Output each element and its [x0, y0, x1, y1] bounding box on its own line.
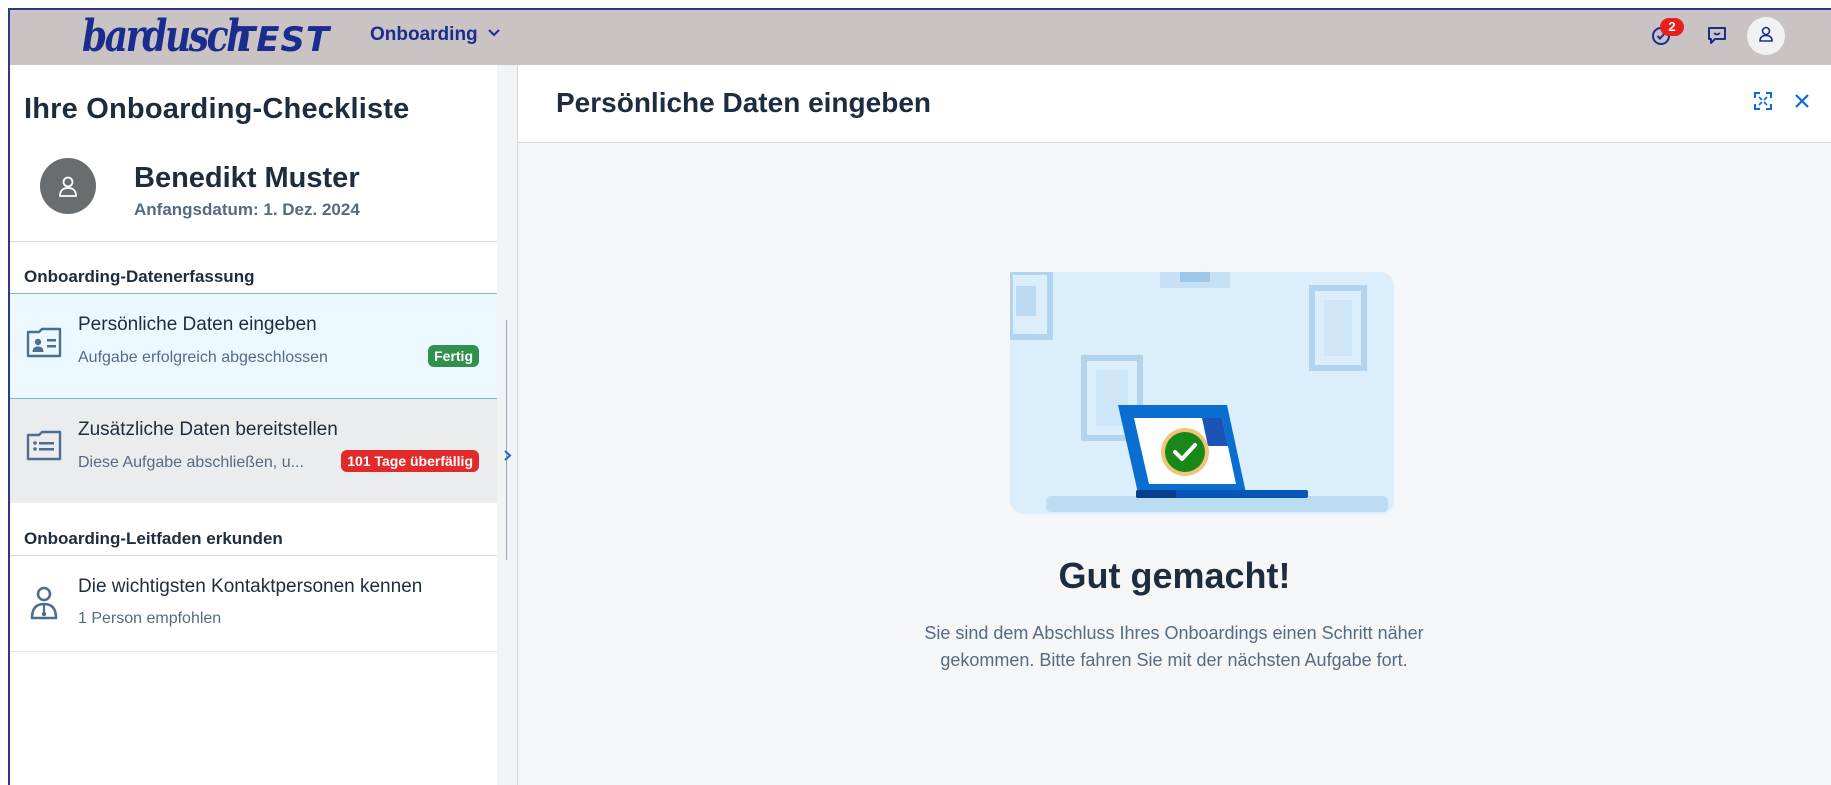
logo-environment-text: TEST: [232, 20, 331, 60]
task-title: Die wichtigsten Kontaktpersonen kennen: [78, 576, 423, 597]
close-icon: [1792, 91, 1812, 116]
section-title-leitfaden: Onboarding-Leitfaden erkunden: [24, 529, 283, 548]
expand-icon: [1753, 91, 1773, 116]
task-title: Persönliche Daten eingeben: [78, 314, 317, 335]
detail-title: Persönliche Daten eingeben: [556, 87, 931, 118]
task-subtitle: Aufgabe erfolgreich abgeschlossen: [78, 349, 328, 366]
section-title-datenerfassung: Onboarding-Datenerfassung: [24, 267, 255, 286]
success-message: Sie sind dem Abschluss Ihres Onboardings…: [924, 623, 1424, 670]
chevron-down-icon: [486, 24, 502, 46]
task-item-zusaetzliche-daten[interactable]: Zusätzliche Daten bereitstellen Diese Au…: [10, 399, 497, 503]
task-item-persoenliche-daten[interactable]: Persönliche Daten eingeben Aufgabe erfol…: [10, 293, 497, 399]
folder-list-icon: [24, 425, 64, 465]
detail-panel: Persönliche Daten eingeben Gut gemacht! …: [518, 65, 1831, 785]
shell-bar: bardusch TEST Onboarding 2: [10, 10, 1831, 65]
company-logo[interactable]: bardusch TEST: [82, 11, 329, 62]
user-avatar-button[interactable]: [1747, 17, 1785, 55]
status-badge-done: Fertig: [428, 345, 479, 367]
splitter-line: [506, 320, 507, 560]
panel-splitter[interactable]: [497, 65, 518, 785]
status-badge-overdue: 101 Tage überfällig: [341, 450, 479, 472]
feedback-button[interactable]: [1700, 20, 1734, 54]
task-title: Zusätzliche Daten bereitstellen: [78, 419, 338, 440]
panel-title: Ihre Onboarding-Checkliste: [24, 93, 410, 125]
contact-person-icon: [24, 582, 64, 622]
success-illustration: [1007, 269, 1394, 514]
profile-start-date: Anfangsdatum: 1. Dez. 2024: [134, 200, 360, 219]
logo-brand-text: bardusch: [82, 11, 252, 62]
person-icon: [1757, 25, 1775, 48]
task-subtitle: 1 Person empfohlen: [78, 610, 222, 627]
notification-badge: 2: [1660, 18, 1684, 36]
detail-header: Persönliche Daten eingeben: [518, 65, 1831, 143]
divider: [10, 241, 497, 242]
app-menu-button[interactable]: Onboarding: [370, 24, 502, 46]
profile-name: Benedikt Muster: [134, 162, 360, 194]
checklist-panel: Ihre Onboarding-Checkliste Benedikt Must…: [10, 65, 498, 785]
chevron-right-icon: [502, 449, 513, 467]
task-item-kontaktpersonen[interactable]: Die wichtigsten Kontaktpersonen kennen 1…: [10, 556, 497, 652]
profile-avatar: [40, 158, 96, 214]
app-menu-label: Onboarding: [370, 24, 478, 45]
chat-feedback-icon: [1706, 24, 1728, 51]
success-heading: Gut gemacht!: [1058, 555, 1291, 596]
fullscreen-button[interactable]: [1751, 91, 1775, 115]
close-button[interactable]: [1790, 91, 1814, 115]
app-window: bardusch TEST Onboarding 2 Ihre Onboardi…: [8, 8, 1831, 785]
collapse-button[interactable]: [501, 448, 513, 468]
task-subtitle: Diese Aufgabe abschließen, u...: [78, 454, 304, 471]
my-inbox-button[interactable]: 2: [1644, 18, 1684, 54]
contact-card-icon: [24, 322, 64, 362]
